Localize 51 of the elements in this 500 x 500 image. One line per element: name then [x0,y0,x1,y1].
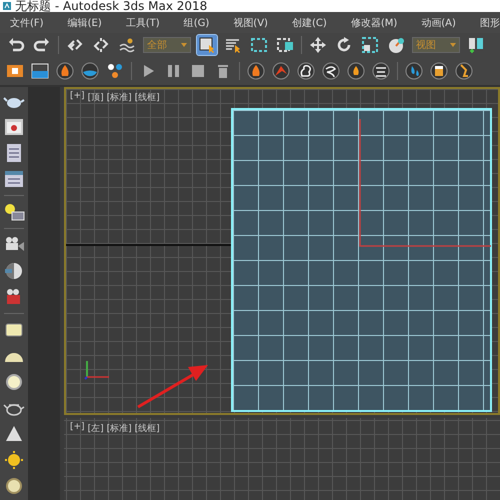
caret-icon [450,43,456,47]
disc-light-icon[interactable] [3,476,25,496]
flame-icon[interactable] [347,62,365,80]
scale-button[interactable] [360,35,380,55]
fire-icon[interactable] [56,62,74,80]
menu-item[interactable]: 编辑(E) [68,16,102,30]
mirror-button[interactable] [466,35,486,55]
cone-light-icon[interactable] [3,424,25,444]
menu-item[interactable]: 工具(T) [126,16,160,30]
menu-item[interactable]: 创建(C) [292,16,327,30]
water-drops-icon[interactable] [405,62,423,80]
half-sphere-icon[interactable] [3,261,25,281]
render-frame-icon[interactable] [3,117,25,137]
sun-icon[interactable] [3,450,25,470]
particles-icon[interactable] [106,62,124,80]
menu-item[interactable]: 视图(V) [233,16,268,30]
viewport-label[interactable]: [+] [70,422,85,435]
viewport-label[interactable]: [线框] [134,422,160,435]
snap-disc-button[interactable] [386,35,406,55]
water-icon[interactable] [81,62,99,80]
dashed-rectangle-button[interactable] [249,35,269,55]
steam-icon[interactable] [372,62,390,80]
menu-item[interactable]: 动画(A) [421,16,456,30]
stop-icon[interactable] [189,62,207,80]
water-tank-icon[interactable] [31,62,49,80]
menu-item[interactable]: 文件(F) [10,16,44,30]
beer-mug-icon[interactable] [430,62,448,80]
table-window-icon[interactable] [3,169,25,189]
viewport-label[interactable]: [标准] [106,91,132,104]
viewport-label[interactable]: [顶] [88,91,104,104]
viewport[interactable]: [+] [顶] [标准] [线框] [64,87,500,415]
window-title: 无标题 - Autodesk 3ds Max 2018 [15,0,208,12]
fire-icon[interactable] [247,62,265,80]
menu-item[interactable]: 图形 [480,16,500,30]
box-icon[interactable] [6,62,24,80]
light-bulb-icon[interactable] [3,202,25,222]
viewport-label[interactable]: [标准] [106,422,132,435]
move-arrows-button[interactable] [308,35,328,55]
caret-icon [181,43,187,47]
menu-item[interactable]: 组(G) [184,16,210,30]
axis-tripod-icon [84,359,110,379]
dashed-square-fill-button[interactable] [275,35,295,55]
viewport-label[interactable]: [线框] [134,91,160,104]
viewport[interactable]: [+] [左] [标准] [线框] [64,418,500,500]
plane-object[interactable] [231,108,492,412]
menu-item[interactable]: 修改器(M) [350,16,398,30]
viewport-label[interactable]: [左] [88,422,104,435]
sphere-light-icon[interactable] [3,372,25,392]
cursor-select-button[interactable] [197,35,217,55]
explosion-icon[interactable] [272,62,290,80]
viewport-label[interactable]: [+] [70,91,85,104]
